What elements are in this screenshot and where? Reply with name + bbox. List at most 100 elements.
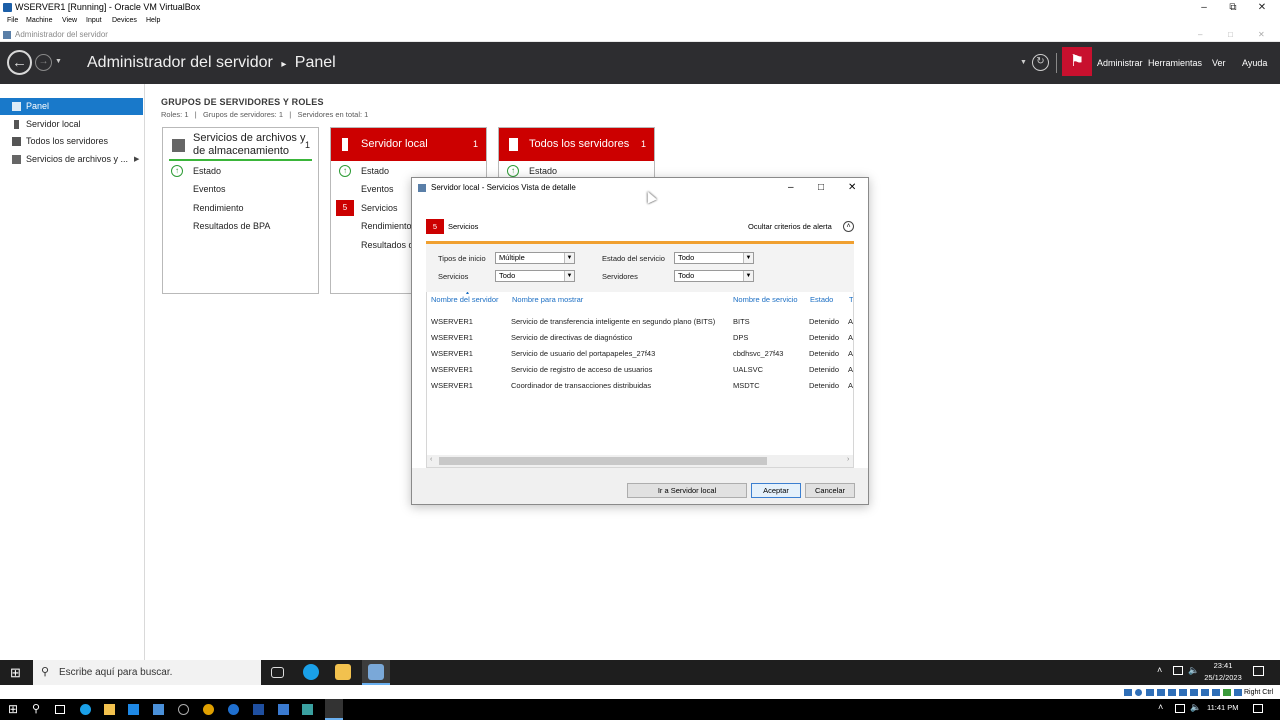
accept-button[interactable]: Aceptar [751, 483, 801, 498]
app-icon[interactable] [178, 704, 189, 715]
services-select[interactable]: Todo ▼ [495, 270, 575, 282]
chrome-icon[interactable] [203, 704, 214, 715]
tile-row-estado[interactable]: Estado [529, 166, 557, 176]
recording-icon[interactable] [1201, 689, 1209, 696]
tile-row-servicios[interactable]: Servicios [361, 203, 398, 213]
store-icon[interactable] [128, 704, 139, 715]
menu-administrar[interactable]: Administrar [1097, 57, 1143, 69]
host-time[interactable]: 11:41 PM [1207, 703, 1239, 712]
windows-start-icon[interactable]: ⊞ [10, 666, 21, 679]
sidebar-item-panel[interactable]: Panel [0, 98, 143, 115]
maximize-icon[interactable]: □ [818, 178, 824, 198]
taskbar-search-box[interactable]: ⚲ Escribe aquí para buscar. [33, 660, 261, 685]
service-state-select[interactable]: Todo ▼ [674, 252, 754, 264]
edge-browser-icon[interactable] [303, 664, 319, 680]
edge-browser-icon[interactable] [80, 704, 91, 715]
windows-start-icon[interactable]: ⊞ [8, 703, 18, 715]
menu-devices[interactable]: Devices [112, 15, 137, 27]
tile-row-estado[interactable]: Estado [361, 166, 389, 176]
notifications-icon[interactable] [1253, 704, 1263, 713]
minimize-icon[interactable]: – [1198, 27, 1202, 42]
edge-icon[interactable] [228, 704, 239, 715]
tile-title[interactable]: Servidor local [361, 138, 428, 151]
mouse-integration-icon[interactable] [1234, 689, 1242, 696]
restore-icon[interactable]: ⧉ [1219, 0, 1247, 15]
file-explorer-icon[interactable] [104, 704, 115, 715]
hard-disk-icon[interactable] [1124, 689, 1132, 696]
tile-row-estado[interactable]: Estado [193, 166, 221, 176]
scroll-left-icon[interactable]: ‹ [430, 456, 432, 463]
tile-row-eventos[interactable]: Eventos [361, 184, 394, 194]
col-state[interactable]: Estado [810, 295, 833, 304]
tile-row-bpa[interactable]: Resultados d [361, 240, 414, 250]
search-icon[interactable]: ⚲ [32, 702, 40, 715]
table-row[interactable]: WSERVER1 Servicio de directivas de diagnó… [427, 333, 853, 347]
menu-input[interactable]: Input [86, 15, 102, 27]
mail-icon[interactable] [153, 704, 164, 715]
sidebar-item-file-services[interactable]: Servicios de archivos y ... ▶ [0, 151, 143, 168]
menu-help[interactable]: Help [146, 15, 160, 27]
start-types-select[interactable]: Múltiple ▼ [495, 252, 575, 264]
sidebar-item-all-servers[interactable]: Todos los servidores [0, 133, 143, 150]
menu-file[interactable]: File [7, 15, 18, 27]
tile-title[interactable]: Servicios de archivos y de almacenamient… [193, 132, 306, 158]
network-icon[interactable] [1173, 666, 1183, 675]
back-arrow-icon[interactable]: ← [7, 50, 32, 75]
sidebar-item-local-server[interactable]: Servidor local [0, 116, 143, 133]
table-row[interactable]: WSERVER1 Servicio de transferencia inteli… [427, 317, 853, 331]
col-display-name[interactable]: Nombre para mostrar [512, 295, 583, 304]
app-icon[interactable] [253, 704, 264, 715]
cancel-button[interactable]: Cancelar [805, 483, 855, 498]
close-icon[interactable]: ✕ [848, 178, 856, 198]
menu-herramientas[interactable]: Herramientas [1148, 57, 1202, 69]
tile-title[interactable]: Todos los servidores [529, 138, 629, 151]
tile-row-rendimiento[interactable]: Rendimiento [193, 203, 244, 213]
shared-folders-icon[interactable] [1179, 689, 1187, 696]
chevron-right-icon[interactable]: ▶ [134, 151, 139, 168]
tray-chevron-up-icon[interactable]: ˄ [1158, 702, 1163, 712]
tray-chevron-up-icon[interactable]: ˄ [1157, 665, 1162, 675]
hide-criteria-link[interactable]: Ocultar criterios de alerta [748, 222, 832, 231]
horizontal-scrollbar[interactable]: ‹ › [427, 455, 853, 467]
servers-select[interactable]: Todo ▼ [674, 270, 754, 282]
table-row[interactable]: WSERVER1 Servicio de usuario del portapap… [427, 349, 853, 363]
scrollbar-thumb[interactable] [439, 457, 767, 465]
table-row[interactable]: WSERVER1 Servicio de registro de acceso d… [427, 365, 853, 379]
network-icon[interactable] [1175, 704, 1185, 713]
optical-drive-icon[interactable] [1135, 689, 1142, 696]
col-server-name[interactable]: Nombre del servidor [431, 295, 499, 304]
forward-arrow-icon[interactable]: → [35, 54, 52, 71]
table-row[interactable]: WSERVER1 Coordinador de transacciones dis… [427, 381, 853, 395]
guest-additions-icon[interactable] [1223, 689, 1231, 696]
col-service-name[interactable]: Nombre de servicio [733, 295, 798, 304]
notifications-icon[interactable] [1253, 666, 1264, 676]
tile-file-storage-services[interactable]: Servicios de archivos y de almacenamient… [162, 127, 319, 294]
audio-icon[interactable] [1146, 689, 1154, 696]
refresh-icon[interactable]: ↻ [1032, 54, 1049, 71]
minimize-icon[interactable]: – [788, 178, 794, 198]
network-adapter-icon[interactable] [1157, 689, 1165, 696]
menu-machine[interactable]: Machine [26, 15, 52, 27]
menu-view[interactable]: View [62, 15, 77, 27]
tile-row-rendimiento[interactable]: Rendimiento [361, 221, 412, 231]
maximize-icon[interactable]: □ [1228, 27, 1233, 42]
tile-row-bpa[interactable]: Resultados de BPA [193, 221, 270, 231]
dropdown-icon[interactable]: ▼ [1020, 59, 1027, 66]
collapse-chevron-icon[interactable]: ˄ [843, 221, 854, 232]
virtualbox-vm-button[interactable] [325, 699, 343, 720]
taskbar-date[interactable]: 25/12/2023 [1202, 673, 1244, 682]
col-type[interactable]: Ti [849, 295, 853, 304]
volume-muted-icon[interactable]: 🔈 [1188, 665, 1199, 676]
minimize-icon[interactable]: – [1190, 0, 1218, 15]
history-dropdown-icon[interactable]: ▼ [55, 58, 62, 65]
close-icon[interactable]: ✕ [1258, 27, 1265, 42]
taskbar-server-manager-button[interactable] [362, 660, 390, 685]
display-icon[interactable] [1190, 689, 1198, 696]
task-view-icon[interactable] [55, 705, 65, 714]
task-view-icon[interactable] [271, 667, 284, 678]
scroll-right-icon[interactable]: › [847, 456, 849, 463]
go-local-server-button[interactable]: Ir a Servidor local [627, 483, 747, 498]
app-icon[interactable] [302, 704, 313, 715]
volume-icon[interactable]: 🔈 [1190, 702, 1201, 713]
tile-row-eventos[interactable]: Eventos [193, 184, 226, 194]
